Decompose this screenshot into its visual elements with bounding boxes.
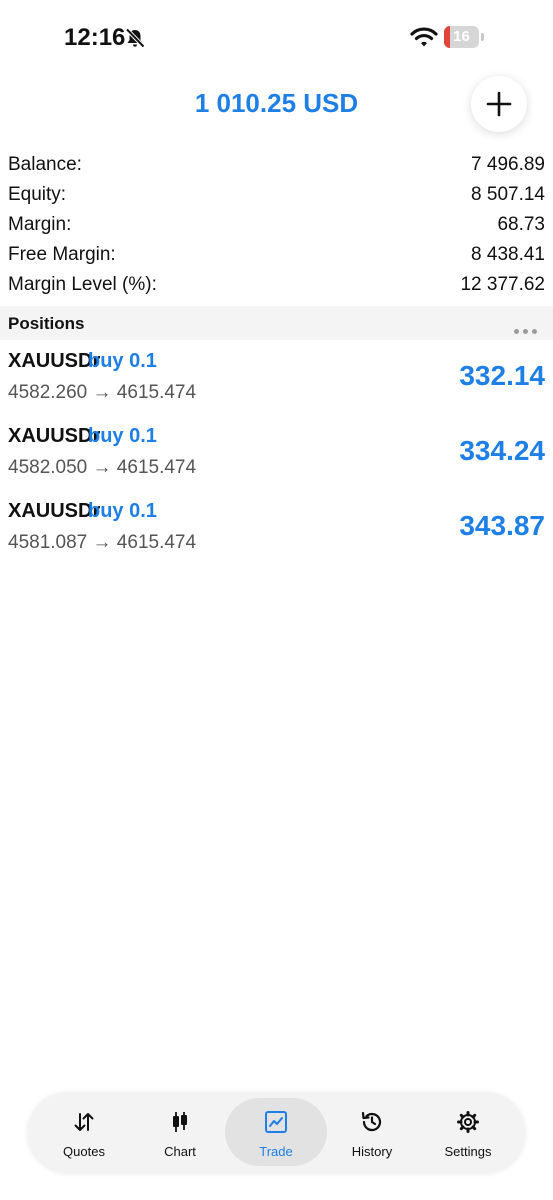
summary-value: 68.73 xyxy=(497,214,545,235)
trade-icon xyxy=(265,1111,287,1133)
position-profit: 343.87 xyxy=(459,510,545,541)
position-prices: 4582.260 → 4615.474 xyxy=(8,382,197,403)
tab-label: Chart xyxy=(164,1144,196,1159)
position-prices: 4582.050 → 4615.474 xyxy=(8,457,197,478)
status-time: 12:16 xyxy=(64,24,126,51)
tab-label: Trade xyxy=(259,1144,293,1159)
position-row[interactable]: XAUUSDr buy 0.1 4581.087 → 4615.474 343.… xyxy=(0,496,553,571)
summary-value: 7 496.89 xyxy=(471,154,545,175)
status-bar: 12:16 16 xyxy=(0,0,553,70)
summary-label: Margin Level (%): xyxy=(8,274,157,295)
tab-trade[interactable]: Trade xyxy=(225,1092,327,1172)
summary-value: 12 377.62 xyxy=(460,274,545,295)
position-row[interactable]: XAUUSDr buy 0.1 4582.260 → 4615.474 332.… xyxy=(0,346,553,421)
new-order-button[interactable] xyxy=(471,76,527,132)
position-profit: 334.24 xyxy=(459,435,545,466)
tab-history[interactable]: History xyxy=(324,1092,420,1172)
tab-settings[interactable]: Settings xyxy=(420,1092,516,1172)
summary-row-margin-level: Margin Level (%): 12 377.62 xyxy=(0,270,553,300)
chart-icon xyxy=(173,1112,187,1132)
bottom-tab-bar: Quotes Chart Trade History Settings xyxy=(28,1092,525,1172)
summary-value: 8 507.14 xyxy=(471,184,545,205)
tab-label: History xyxy=(351,1144,393,1159)
summary-value: 8 438.41 xyxy=(471,244,545,265)
position-symbol: XAUUSDr xyxy=(8,350,101,372)
quotes-icon xyxy=(74,1113,94,1131)
summary-label: Balance: xyxy=(8,154,82,175)
account-summary: Balance: 7 496.89 Equity: 8 507.14 Margi… xyxy=(0,150,553,300)
summary-row-margin: Margin: 68.73 xyxy=(0,210,553,240)
summary-row-free-margin: Free Margin: 8 438.41 xyxy=(0,240,553,270)
plus-icon xyxy=(486,91,512,117)
bell-muted-icon xyxy=(124,27,146,54)
tab-label: Settings xyxy=(444,1144,492,1159)
summary-row-equity: Equity: 8 507.14 xyxy=(0,180,553,210)
settings-icon xyxy=(457,1111,479,1133)
battery-percent: 16 xyxy=(453,28,470,45)
position-side: buy 0.1 xyxy=(88,500,157,522)
position-symbol: XAUUSDr xyxy=(8,425,101,447)
tab-chart[interactable]: Chart xyxy=(132,1092,228,1172)
tab-label: Quotes xyxy=(63,1144,105,1159)
position-side: buy 0.1 xyxy=(88,425,157,447)
history-icon xyxy=(361,1111,382,1132)
positions-title: Positions xyxy=(8,314,85,333)
positions-list: XAUUSDr buy 0.1 4582.260 → 4615.474 332.… xyxy=(0,346,553,571)
more-options-icon[interactable] xyxy=(510,321,537,339)
wifi-icon xyxy=(410,26,438,53)
summary-label: Equity: xyxy=(8,184,67,205)
position-prices: 4581.087 → 4615.474 xyxy=(8,532,197,553)
battery-icon: 16 xyxy=(444,26,484,48)
summary-label: Free Margin: xyxy=(8,244,116,265)
tab-quotes[interactable]: Quotes xyxy=(36,1092,132,1172)
position-side: buy 0.1 xyxy=(88,350,157,372)
position-row[interactable]: XAUUSDr buy 0.1 4582.050 → 4615.474 334.… xyxy=(0,421,553,496)
summary-label: Margin: xyxy=(8,214,72,235)
summary-row-balance: Balance: 7 496.89 xyxy=(0,150,553,180)
position-profit: 332.14 xyxy=(459,360,545,391)
position-symbol: XAUUSDr xyxy=(8,500,101,522)
positions-section-header: Positions xyxy=(0,306,553,340)
